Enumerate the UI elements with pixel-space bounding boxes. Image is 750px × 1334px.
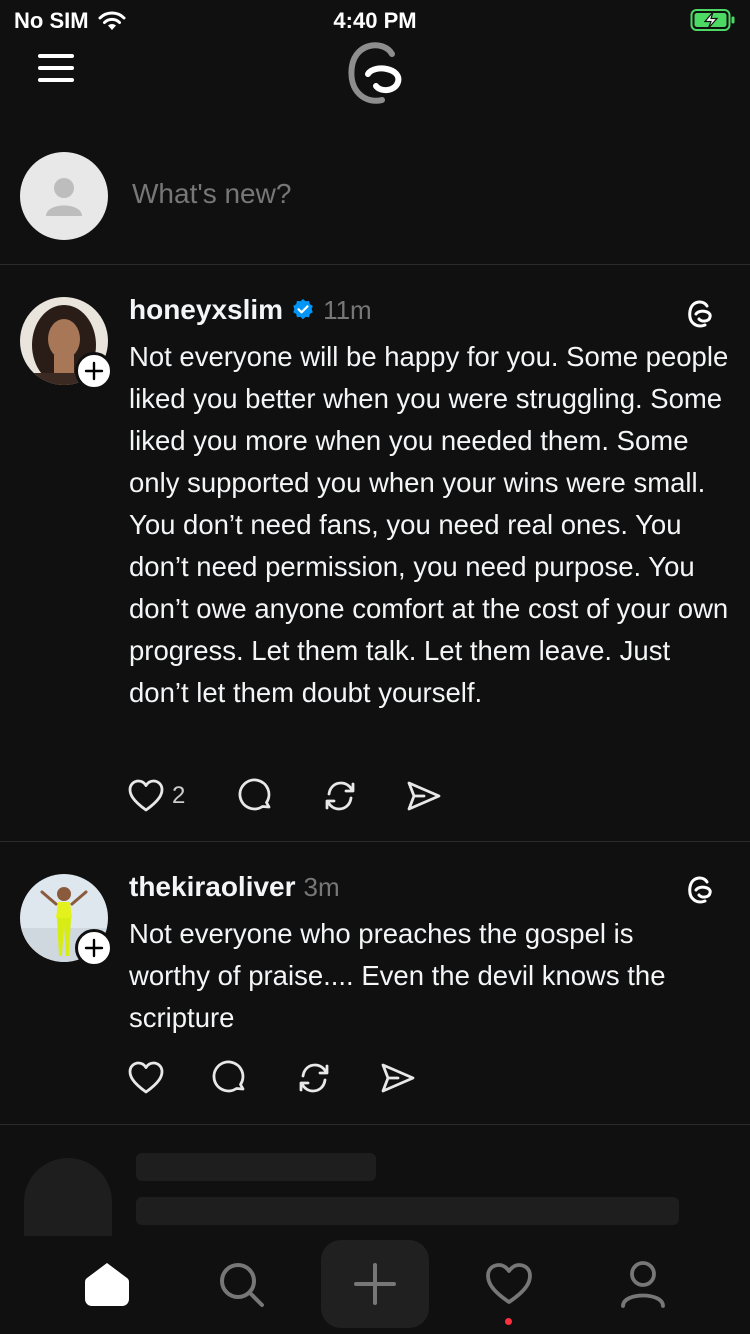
repost-button[interactable] <box>296 1061 380 1095</box>
reply-button[interactable] <box>212 1060 296 1096</box>
send-icon <box>381 1063 415 1093</box>
tab-activity[interactable] <box>464 1240 554 1328</box>
bottom-tab-bar <box>0 1240 750 1334</box>
post: honeyxslim 11m Not everyone will be happ… <box>0 264 750 840</box>
composer[interactable]: What's new? <box>0 150 750 250</box>
skeleton-line <box>136 1153 376 1181</box>
status-bar: No SIM 4:40 PM <box>0 0 750 40</box>
menu-icon <box>38 54 74 82</box>
default-avatar-icon <box>46 178 82 216</box>
home-icon <box>85 1263 129 1306</box>
username[interactable]: honeyxslim <box>129 294 283 326</box>
skeleton-avatar <box>24 1158 112 1236</box>
post-actions <box>128 1060 440 1096</box>
reply-button[interactable] <box>238 778 322 814</box>
tab-home[interactable] <box>62 1240 152 1328</box>
my-avatar[interactable] <box>20 152 108 240</box>
heart-icon <box>486 1263 532 1304</box>
compose-input[interactable]: What's new? <box>132 178 291 210</box>
comment-icon <box>238 778 271 811</box>
plus-icon <box>84 938 104 958</box>
post-text: Not everyone will be happy for you. Some… <box>129 341 729 708</box>
send-icon <box>407 781 441 811</box>
like-count: 2 <box>172 782 186 809</box>
post-header: thekiraoliver 3m <box>129 871 340 903</box>
repost-icon <box>299 1063 329 1093</box>
like-button[interactable] <box>128 1061 212 1095</box>
post-actions: 2 <box>128 778 466 814</box>
repost-button[interactable] <box>322 779 406 813</box>
profile-icon <box>621 1261 665 1308</box>
top-bar <box>0 40 750 110</box>
divider <box>0 1124 750 1125</box>
battery-charging-icon <box>690 9 735 31</box>
post-time: 11m <box>323 294 372 325</box>
heart-icon <box>128 779 164 812</box>
follow-button[interactable] <box>75 929 113 967</box>
post-header: honeyxslim 11m <box>129 294 372 326</box>
tab-search[interactable] <box>196 1240 286 1328</box>
tab-profile[interactable] <box>598 1240 688 1328</box>
follow-button[interactable] <box>75 352 113 390</box>
share-button[interactable] <box>406 780 466 812</box>
threads-logo-icon[interactable] <box>340 40 410 106</box>
post: thekiraoliver 3m Not everyone who preach… <box>0 841 750 1123</box>
post-time: 3m <box>303 871 340 902</box>
threads-icon[interactable] <box>684 873 716 905</box>
post-text: Not everyone who preaches the gospel is … <box>129 918 666 1033</box>
username[interactable]: thekiraoliver <box>129 871 296 903</box>
heart-icon <box>128 1061 164 1094</box>
notification-dot <box>505 1318 512 1325</box>
like-button[interactable]: 2 <box>128 779 238 813</box>
share-button[interactable] <box>380 1062 440 1094</box>
plus-icon <box>354 1263 396 1305</box>
verified-badge-icon <box>293 299 313 320</box>
skeleton-line <box>136 1197 679 1225</box>
search-icon <box>220 1263 264 1307</box>
tab-create[interactable] <box>321 1240 429 1328</box>
threads-icon[interactable] <box>684 297 716 329</box>
menu-button[interactable] <box>36 52 76 84</box>
repost-icon <box>325 781 355 811</box>
plus-icon <box>84 361 104 381</box>
comment-icon <box>212 1060 245 1093</box>
status-time: 4:40 PM <box>333 8 417 33</box>
